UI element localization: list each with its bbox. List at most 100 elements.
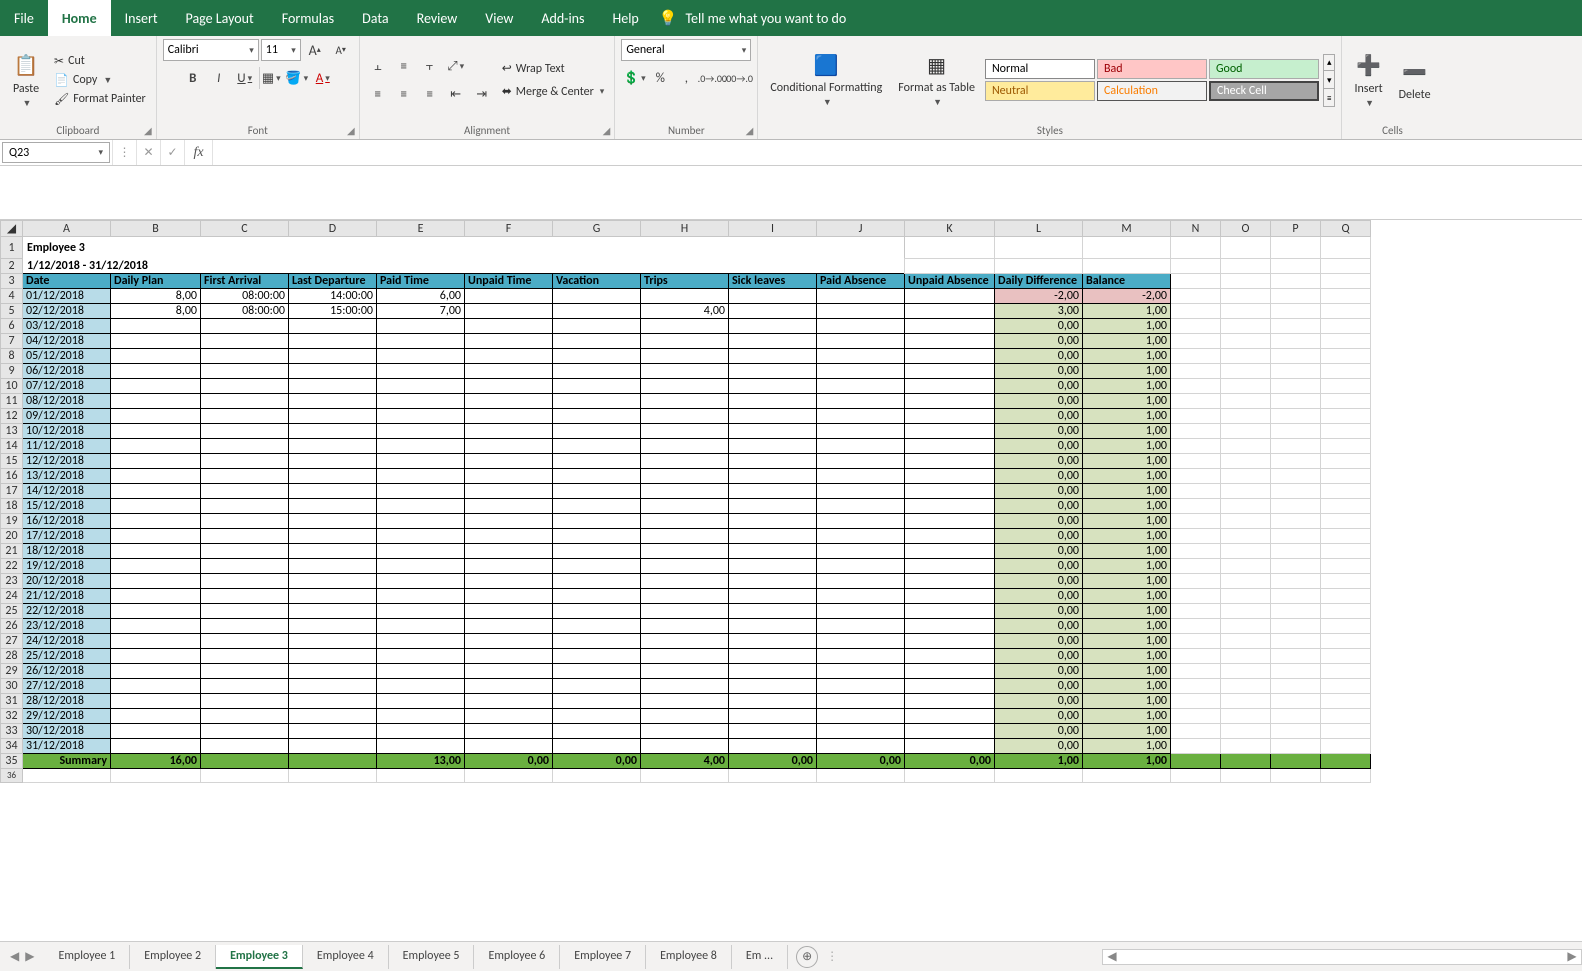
cell[interactable] [1271, 619, 1321, 634]
cell-balance[interactable]: 1,00 [1083, 679, 1171, 694]
cell[interactable] [817, 529, 905, 544]
cell[interactable] [377, 544, 465, 559]
cell[interactable] [377, 409, 465, 424]
cell[interactable] [1321, 424, 1371, 439]
cell[interactable]: 08:00:00 [201, 304, 289, 319]
cell[interactable] [817, 559, 905, 574]
cell[interactable] [465, 304, 553, 319]
cell[interactable] [1321, 274, 1371, 289]
summary-cell[interactable]: 0,00 [465, 754, 553, 769]
cell[interactable] [1271, 769, 1321, 783]
summary-cell[interactable]: 13,00 [377, 754, 465, 769]
cell[interactable] [111, 739, 201, 754]
cell[interactable] [1271, 424, 1321, 439]
cell[interactable] [1171, 649, 1221, 664]
cell[interactable] [289, 484, 377, 499]
styles-gallery-scroll[interactable]: ▴ ▾ ≡ [1323, 54, 1336, 107]
cell[interactable] [465, 559, 553, 574]
cell[interactable] [465, 409, 553, 424]
cell[interactable] [729, 439, 817, 454]
cell-diff[interactable]: 0,00 [995, 469, 1083, 484]
cell-date[interactable]: 28/12/2018 [23, 694, 111, 709]
cell[interactable] [1271, 409, 1321, 424]
cell[interactable] [201, 349, 289, 364]
cell[interactable] [289, 724, 377, 739]
font-size-select[interactable]: 11▾ [261, 39, 301, 61]
cell[interactable] [553, 304, 641, 319]
cell-diff[interactable]: 0,00 [995, 574, 1083, 589]
row-header-17[interactable]: 17 [1, 484, 23, 499]
cell[interactable] [1271, 559, 1321, 574]
cell[interactable] [641, 574, 729, 589]
cell[interactable] [553, 469, 641, 484]
cell[interactable] [729, 574, 817, 589]
cell[interactable] [1221, 544, 1271, 559]
cell[interactable] [1321, 559, 1371, 574]
cell[interactable] [111, 559, 201, 574]
cell[interactable] [1171, 364, 1221, 379]
period-cell[interactable]: 1/12/2018 - 31/12/2018 [23, 259, 905, 274]
cell[interactable] [289, 469, 377, 484]
cell-diff[interactable]: 0,00 [995, 724, 1083, 739]
ribbon-tab-data[interactable]: Data [348, 0, 402, 36]
cell-balance[interactable]: 1,00 [1083, 604, 1171, 619]
cell[interactable] [465, 739, 553, 754]
col-header-F[interactable]: F [465, 221, 553, 237]
cell[interactable] [1321, 664, 1371, 679]
cell[interactable] [289, 514, 377, 529]
cell[interactable] [111, 604, 201, 619]
cell[interactable] [201, 379, 289, 394]
row-header-34[interactable]: 34 [1, 739, 23, 754]
table-header[interactable]: Daily Difference [995, 274, 1083, 289]
cell[interactable] [905, 289, 995, 304]
cell[interactable] [553, 424, 641, 439]
row-header-28[interactable]: 28 [1, 649, 23, 664]
cell-diff[interactable]: 0,00 [995, 739, 1083, 754]
cell[interactable] [1171, 469, 1221, 484]
cell[interactable] [995, 769, 1083, 783]
cell[interactable] [1221, 364, 1271, 379]
cell[interactable] [111, 424, 201, 439]
fill-color-button[interactable]: 🪣▾ [285, 67, 309, 89]
cell[interactable] [641, 529, 729, 544]
sheet-tab[interactable]: Employee 7 [560, 945, 646, 969]
cell-date[interactable]: 30/12/2018 [23, 724, 111, 739]
cell[interactable] [465, 319, 553, 334]
cell[interactable] [729, 679, 817, 694]
cell[interactable] [377, 679, 465, 694]
cell[interactable] [289, 694, 377, 709]
cell[interactable] [111, 364, 201, 379]
sheet-nav-prev-icon[interactable]: ◀ [10, 949, 19, 964]
cell[interactable] [111, 319, 201, 334]
cell-date[interactable]: 07/12/2018 [23, 379, 111, 394]
cell[interactable] [377, 694, 465, 709]
cell[interactable] [289, 364, 377, 379]
cell[interactable] [553, 439, 641, 454]
row-header-1[interactable]: 1 [1, 237, 23, 259]
cell[interactable] [729, 409, 817, 424]
cell-diff[interactable]: 0,00 [995, 334, 1083, 349]
cell[interactable] [201, 409, 289, 424]
cell[interactable] [905, 574, 995, 589]
row-header-20[interactable]: 20 [1, 529, 23, 544]
cell-diff[interactable]: 0,00 [995, 529, 1083, 544]
cancel-formula-icon[interactable]: ✕ [136, 140, 160, 165]
table-header[interactable]: First Arrival [201, 274, 289, 289]
cell-balance[interactable]: 1,00 [1083, 574, 1171, 589]
cell[interactable] [641, 544, 729, 559]
cell[interactable] [641, 634, 729, 649]
cell[interactable] [1221, 237, 1271, 259]
cell[interactable] [641, 364, 729, 379]
cell[interactable] [1171, 544, 1221, 559]
cell[interactable] [1221, 769, 1271, 783]
row-header-3[interactable]: 3 [1, 274, 23, 289]
cell-date[interactable]: 22/12/2018 [23, 604, 111, 619]
row-header-12[interactable]: 12 [1, 409, 23, 424]
cell[interactable] [905, 619, 995, 634]
insert-cells-button[interactable]: ➕Insert▼ [1348, 50, 1388, 111]
cell-balance[interactable]: 1,00 [1083, 439, 1171, 454]
cell-balance[interactable]: 1,00 [1083, 304, 1171, 319]
cell[interactable] [111, 514, 201, 529]
cell[interactable] [465, 529, 553, 544]
cell[interactable] [817, 424, 905, 439]
